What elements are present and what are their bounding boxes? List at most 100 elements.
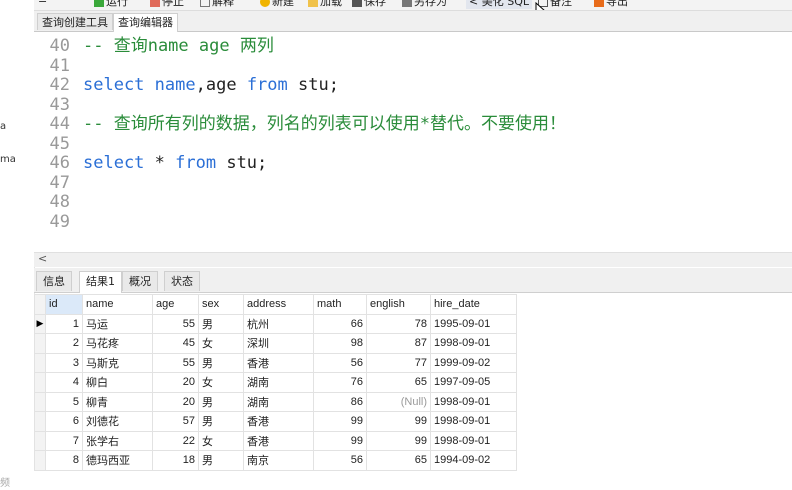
code-line[interactable]: 41 [34,56,70,76]
table-cell[interactable]: 南京 [243,450,314,471]
code-line[interactable]: 45 [34,134,70,154]
table-cell[interactable]: 1994-09-02 [430,450,517,471]
sql-editor[interactable]: 40 -- 查询name age 两列 41 42 select name,age fr… [34,32,792,252]
stop-button[interactable]: 停止 [150,0,184,9]
table-cell[interactable]: 马斯克 [82,352,153,373]
table-cell[interactable]: 65 [366,450,431,471]
table-cell[interactable]: 柳白 [82,372,153,393]
column-header-sex[interactable]: sex [198,294,244,315]
table-cell[interactable]: 马运 [82,313,153,334]
table-cell[interactable]: 张学右 [82,430,153,451]
table-cell[interactable]: 香港 [243,430,314,451]
table-cell[interactable]: 女 [198,333,244,354]
row-selector[interactable] [34,372,46,393]
code-line[interactable]: 49 [34,212,70,232]
table-cell[interactable]: 马花疼 [82,333,153,354]
export-button[interactable]: 导出 [594,0,628,9]
table-cell[interactable]: 76 [313,372,367,393]
menu-icon[interactable]: ≡ [38,0,47,6]
table-cell[interactable]: 55 [152,352,199,373]
table-cell[interactable]: 55 [152,313,199,334]
tab-status[interactable]: 状态 [164,271,200,291]
column-header-math[interactable]: math [313,294,367,315]
table-cell[interactable]: 香港 [243,411,314,432]
table-cell[interactable]: (Null) [366,391,431,412]
row-selector[interactable] [34,352,46,373]
table-cell[interactable]: 湖南 [243,391,314,412]
table-cell[interactable]: 56 [313,450,367,471]
table-cell[interactable]: 45 [152,333,199,354]
table-cell[interactable]: 99 [366,430,431,451]
row-selector[interactable] [34,411,46,432]
column-header-id[interactable]: id [45,294,83,315]
table-cell[interactable]: 22 [152,430,199,451]
table-cell[interactable]: 65 [366,372,431,393]
code-line[interactable]: 40 -- 查询name age 两列 [34,37,274,56]
column-header-address[interactable]: address [243,294,314,315]
table-cell[interactable]: 女 [198,372,244,393]
table-row[interactable]: 8 德玛西亚 18 男南京 56 65 1994-09-02 [34,450,517,471]
table-cell[interactable]: 男 [198,352,244,373]
column-header-english[interactable]: english [366,294,431,315]
table-cell[interactable]: 深圳 [243,333,314,354]
row-selector[interactable] [34,391,46,412]
table-cell[interactable]: 4 [45,372,83,393]
table-row[interactable]: 4 柳白 20 女湖南 76 65 1997-09-05 [34,372,517,393]
table-cell[interactable]: 男 [198,391,244,412]
table-cell[interactable]: 78 [366,313,431,334]
table-cell[interactable]: 86 [313,391,367,412]
table-cell[interactable]: 6 [45,411,83,432]
table-cell[interactable]: 3 [45,352,83,373]
row-selector[interactable] [34,333,46,354]
column-header-age[interactable]: age [152,294,199,315]
table-cell[interactable]: 99 [313,411,367,432]
new-query-button[interactable]: 新建 [260,0,294,9]
table-cell[interactable]: 98 [313,333,367,354]
table-cell[interactable]: 刘德花 [82,411,153,432]
table-cell[interactable]: 男 [198,411,244,432]
table-cell[interactable]: 1998-09-01 [430,411,517,432]
table-cell[interactable]: 20 [152,391,199,412]
code-line[interactable]: 48 [34,193,70,212]
row-selector[interactable] [34,430,46,451]
column-header-hire-date[interactable]: hire_date [430,294,517,315]
save-button[interactable]: 保存 [352,0,386,9]
table-cell[interactable]: 18 [152,450,199,471]
table-cell[interactable]: 7 [45,430,83,451]
tab-query-editor[interactable]: 查询编辑器 [113,13,178,32]
table-cell[interactable]: 99 [313,430,367,451]
row-selector[interactable] [34,450,46,471]
explain-button[interactable]: 解释 [200,0,234,9]
tab-result-1[interactable]: 结果1 [79,271,122,293]
table-cell[interactable]: 57 [152,411,199,432]
code-line[interactable]: 44 -- 查询所有列的数据，列名的列表可以使用*替代。不要使用！ [34,115,566,134]
table-cell[interactable]: 8 [45,450,83,471]
table-row[interactable]: ▶ 1 马运 55 男杭州 66 78 1995-09-01 [34,313,517,334]
table-cell[interactable]: 2 [45,333,83,354]
table-cell[interactable]: 1998-09-01 [430,430,517,451]
table-cell[interactable]: 5 [45,391,83,412]
table-cell[interactable]: 1995-09-01 [430,313,517,334]
beautify-sql-button[interactable]: < 美化 SQL [466,0,532,9]
table-cell[interactable]: 柳青 [82,391,153,412]
table-cell[interactable]: 66 [313,313,367,334]
table-row[interactable]: 2 马花疼 45 女深圳 98 87 1998-09-01 [34,333,517,354]
table-cell[interactable]: 87 [366,333,431,354]
table-row[interactable]: 6 刘德花 57 男香港 99 99 1998-09-01 [34,411,517,432]
row-selector[interactable]: ▶ [34,313,46,334]
table-row[interactable]: 7 张学右 22 女香港 99 99 1998-09-01 [34,430,517,451]
table-cell[interactable]: 男 [198,450,244,471]
table-row[interactable]: 3 马斯克 55 男香港 56 77 1999-09-02 [34,352,517,373]
code-line[interactable]: 43 [34,95,70,115]
table-cell[interactable]: 湖南 [243,372,314,393]
table-cell[interactable]: 1999-09-02 [430,352,517,373]
table-cell[interactable]: 77 [366,352,431,373]
table-cell[interactable]: 1 [45,313,83,334]
table-cell[interactable]: 香港 [243,352,314,373]
table-cell[interactable]: 女 [198,430,244,451]
save-as-button[interactable]: 另存为 [402,0,447,9]
table-cell[interactable]: 1998-09-01 [430,333,517,354]
run-button[interactable]: 运行 [94,0,128,9]
editor-horizontal-scrollbar[interactable]: < [34,252,792,267]
column-header-name[interactable]: name [82,294,153,315]
